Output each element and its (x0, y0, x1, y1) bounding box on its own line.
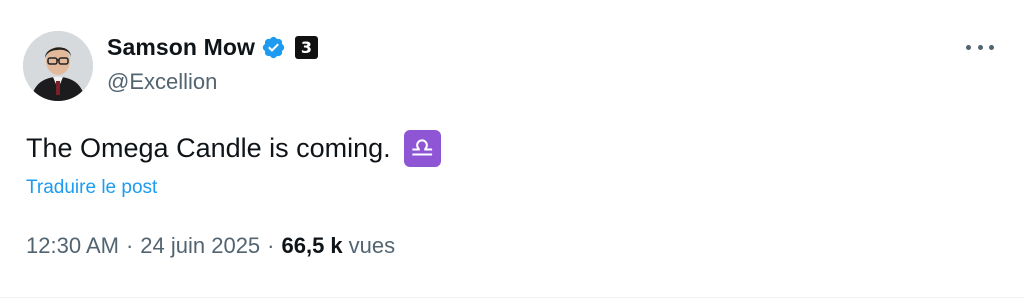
display-name[interactable]: Samson Mow (107, 34, 255, 61)
more-dot (966, 44, 971, 50)
meta-separator: · (267, 233, 275, 258)
views-count: 66,5 k (281, 233, 343, 258)
translate-post-link[interactable]: Traduire le post (26, 177, 157, 199)
affiliate-badge-icon[interactable]: 3 (294, 35, 318, 59)
tweet-header: Samson Mow 3 @Excellion (107, 32, 318, 95)
views-label: vues (348, 233, 396, 258)
more-options-icon[interactable] (966, 40, 994, 54)
more-dot (977, 44, 983, 50)
tweet-time[interactable]: 12:30 AM (26, 233, 119, 259)
meta-separator: · (125, 233, 134, 258)
name-row: Samson Mow 3 (107, 32, 318, 62)
tweet-date[interactable]: 24 juin 2025 (140, 233, 260, 259)
avatar[interactable] (23, 31, 93, 101)
avatar-image (23, 31, 93, 101)
tweet-meta: 12:30 AM · 24 juin 2025 · 66,5 k vues (26, 233, 395, 259)
user-handle[interactable]: @Excellion (107, 69, 318, 95)
tweet-body: The Omega Candle is coming. ♎ (26, 130, 441, 167)
more-dot (989, 44, 994, 50)
tweet-text: The Omega Candle is coming. (26, 133, 391, 163)
libra-emoji-icon: ♎ (403, 130, 441, 167)
verified-badge-icon[interactable] (261, 35, 286, 60)
tweet-card: Samson Mow 3 @Excellion The Omega Candle… (0, 0, 1024, 298)
